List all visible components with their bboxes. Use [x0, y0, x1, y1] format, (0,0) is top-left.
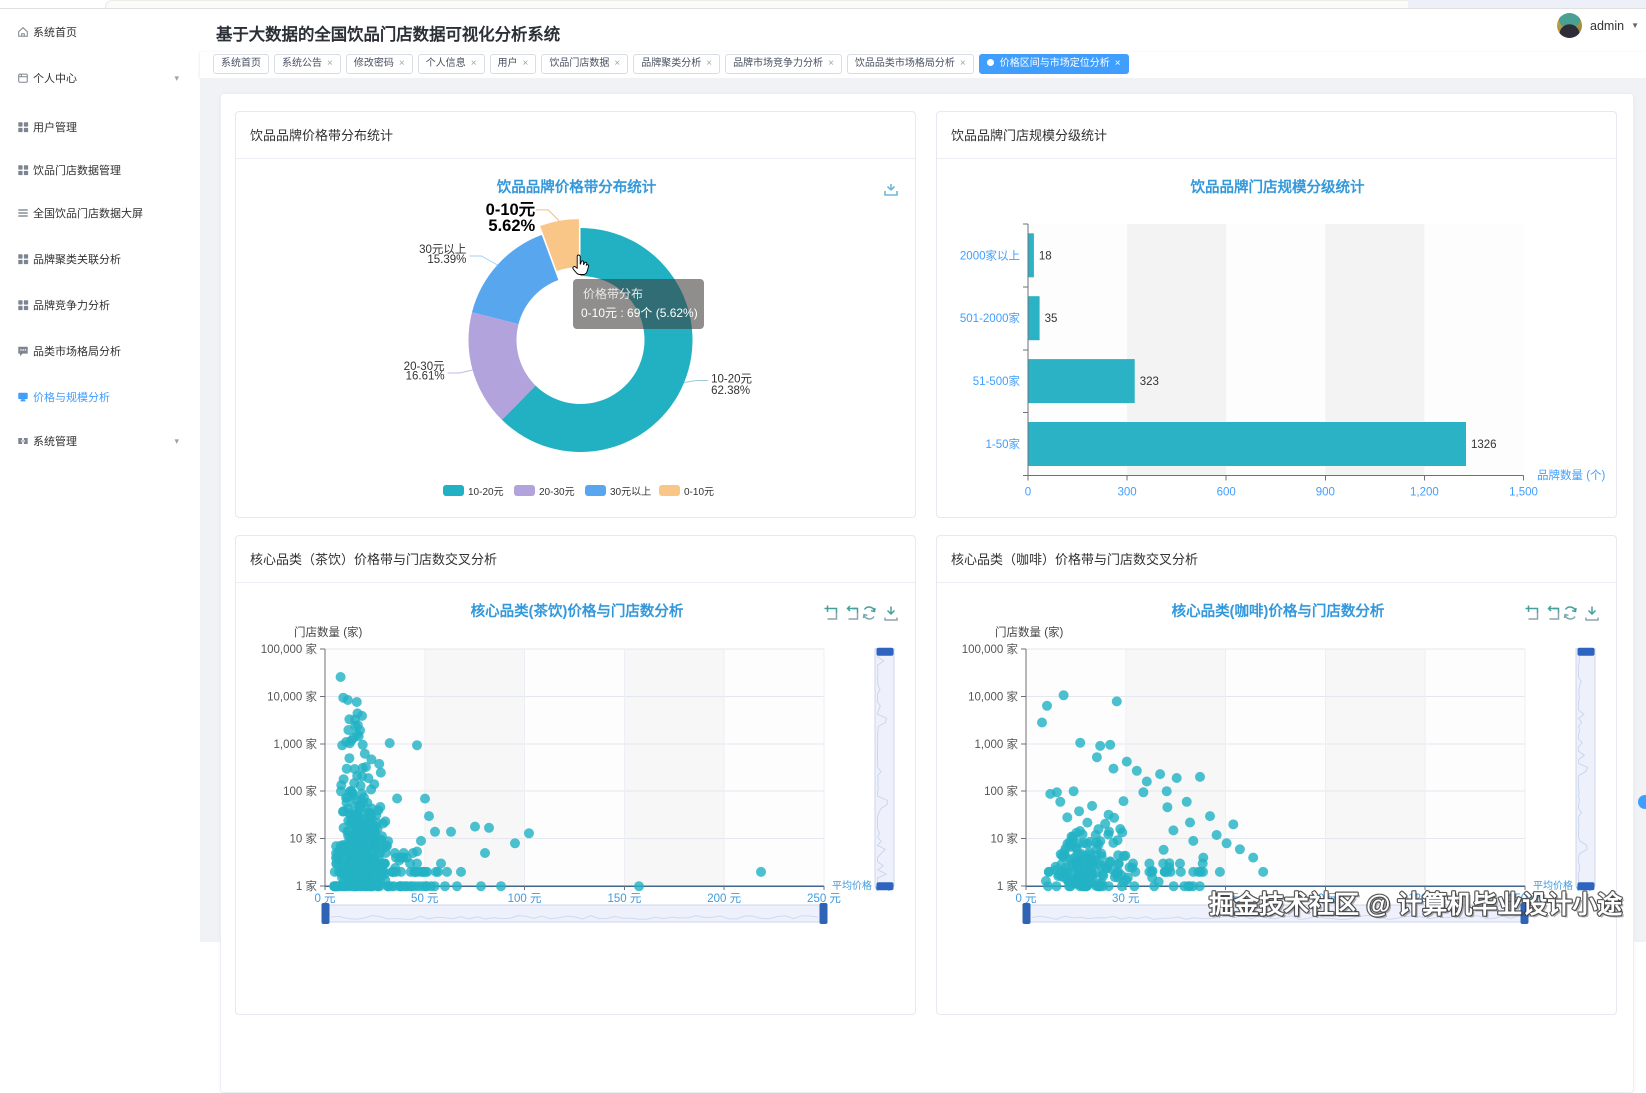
svg-text:0-10元: 0-10元 [684, 487, 714, 498]
svg-text:1326: 1326 [1471, 439, 1497, 451]
svg-text:100 家: 100 家 [984, 784, 1018, 798]
svg-text:323: 323 [1140, 376, 1159, 388]
svg-text:20-30元: 20-30元 [539, 487, 575, 498]
svg-text:掘金技术社区 @ 计算机毕业设计小途: 掘金技术社区 @ 计算机毕业设计小途 [1209, 890, 1623, 919]
svg-text:0-10元 : 69个 (5.62%): 0-10元 : 69个 (5.62%) [581, 306, 698, 320]
svg-text:1,000 家: 1,000 家 [274, 737, 318, 751]
svg-text:1,200: 1,200 [1410, 487, 1439, 499]
svg-text:1,500: 1,500 [1509, 487, 1538, 499]
svg-text:0: 0 [1025, 487, 1031, 499]
svg-text:35: 35 [1045, 313, 1058, 325]
svg-text:品牌数量 (个): 品牌数量 (个) [1537, 468, 1606, 482]
svg-text:门店数量 (家): 门店数量 (家) [294, 625, 363, 639]
svg-text:30元以上: 30元以上 [610, 486, 651, 498]
svg-text:2000家以上: 2000家以上 [960, 248, 1020, 262]
svg-text:150 元: 150 元 [607, 893, 641, 905]
svg-text:1-50家: 1-50家 [985, 437, 1020, 451]
svg-text:200 元: 200 元 [707, 893, 741, 905]
svg-text:51-500家: 51-500家 [973, 374, 1021, 388]
svg-text:100 元: 100 元 [508, 893, 542, 905]
svg-text:5.62%: 5.62% [488, 217, 535, 235]
svg-text:62.38%: 62.38% [711, 385, 750, 397]
svg-text:100,000 家: 100,000 家 [962, 642, 1019, 656]
svg-text:100 家: 100 家 [283, 784, 317, 798]
svg-text:饮品品牌门店规模分级统计: 饮品品牌门店规模分级统计 [1190, 178, 1365, 196]
svg-text:16.61%: 16.61% [406, 371, 445, 383]
svg-text:18: 18 [1039, 250, 1052, 262]
svg-text:30 元: 30 元 [1112, 893, 1140, 905]
svg-text:1,000 家: 1,000 家 [975, 737, 1019, 751]
svg-text:10-20元: 10-20元 [711, 374, 752, 386]
svg-text:门店数量 (家): 门店数量 (家) [995, 625, 1064, 639]
svg-text:10 家: 10 家 [290, 832, 318, 846]
svg-text:900: 900 [1316, 487, 1335, 499]
svg-text:10-20元: 10-20元 [468, 487, 504, 498]
svg-text:10,000 家: 10,000 家 [968, 689, 1018, 703]
svg-text:10,000 家: 10,000 家 [267, 689, 317, 703]
svg-text:501-2000家: 501-2000家 [960, 311, 1021, 325]
svg-text:饮品品牌价格带分布统计: 饮品品牌价格带分布统计 [496, 178, 657, 196]
svg-text:1 家: 1 家 [997, 879, 1019, 893]
svg-text:价格带分布: 价格带分布 [583, 286, 643, 301]
svg-text:600: 600 [1217, 487, 1236, 499]
svg-text:15.39%: 15.39% [427, 254, 466, 266]
svg-text:300: 300 [1118, 487, 1137, 499]
svg-text:100,000 家: 100,000 家 [261, 642, 318, 656]
svg-text:核心品类(咖啡)价格与门店数分析: 核心品类(咖啡)价格与门店数分析 [1172, 602, 1385, 620]
svg-text:10 家: 10 家 [991, 832, 1019, 846]
svg-text:50 元: 50 元 [411, 893, 439, 905]
svg-text:核心品类(茶饮)价格与门店数分析: 核心品类(茶饮)价格与门店数分析 [471, 602, 684, 620]
svg-text:1 家: 1 家 [296, 879, 318, 893]
